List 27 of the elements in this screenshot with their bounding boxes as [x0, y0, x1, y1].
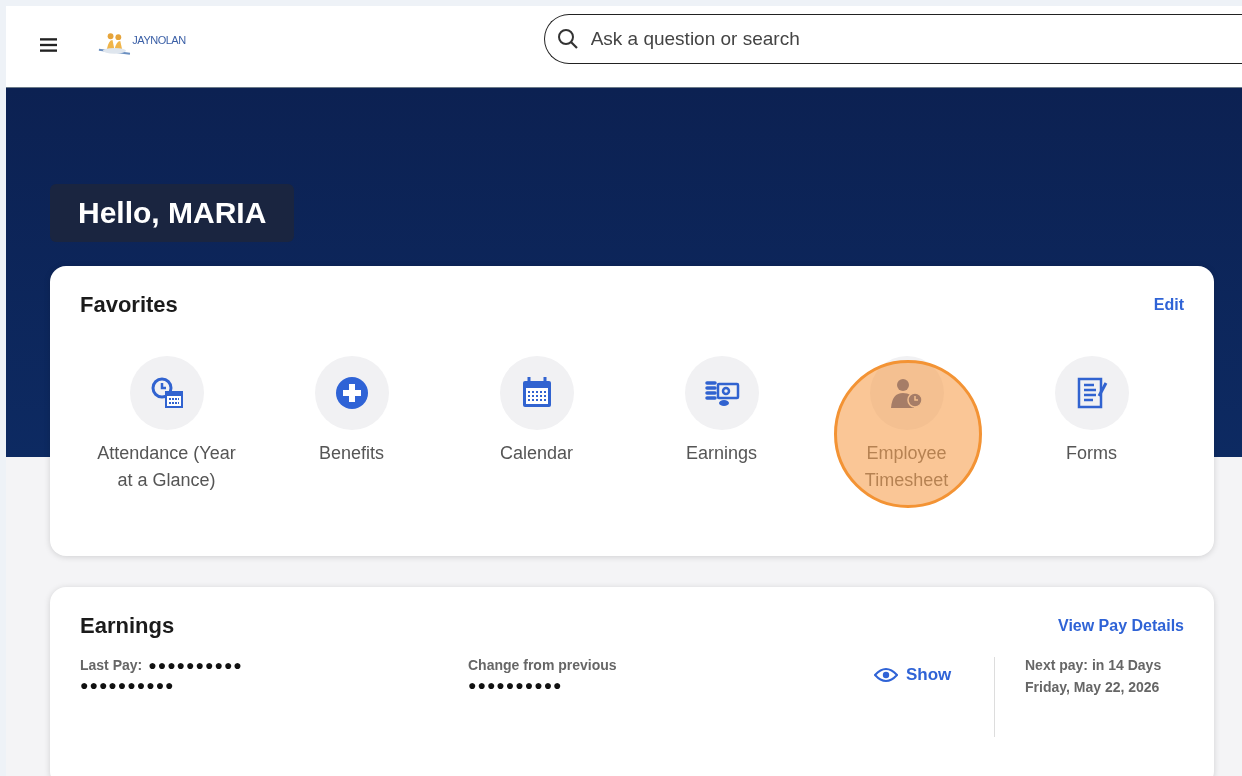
favorite-label[interactable]: Earnings: [646, 440, 797, 467]
next-pay-text: Next pay: in 14 Days: [1025, 657, 1162, 673]
masked-amount: ●●●●●●●●●●: [80, 677, 176, 693]
last-pay-label: Last Pay:: [80, 657, 143, 673]
card-title: Earnings: [80, 613, 175, 639]
search-input[interactable]: Ask a question or search: [588, 27, 1193, 51]
change-label: Change from previous: [468, 657, 618, 673]
person-clock-icon: [889, 376, 924, 410]
next-pay-date: Friday, May 22, 2026: [1025, 679, 1161, 695]
rowing-figures-logo-icon: [97, 30, 133, 58]
menu-icon[interactable]: [40, 38, 58, 52]
favorite-label[interactable]: Benefits: [276, 440, 427, 467]
favorite-label[interactable]: Attendance (Year at a Glance): [91, 440, 242, 494]
eye-icon: [874, 667, 898, 683]
show-button[interactable]: Show: [874, 665, 994, 685]
card-title: Favorites: [80, 292, 178, 318]
view-pay-details-link[interactable]: View Pay Details: [1058, 617, 1184, 635]
favorite-label[interactable]: Calendar: [461, 440, 612, 467]
favorite-label[interactable]: Forms: [1016, 440, 1167, 467]
masked-amount: ●●●●●●●●●●: [148, 657, 243, 673]
clock-calendar-icon: [149, 376, 184, 410]
search-icon: [556, 28, 579, 50]
greeting-banner: Hello, MARIA: [50, 184, 295, 242]
logo-text: JAYNOLAN: [132, 34, 186, 46]
edit-link[interactable]: Edit: [1153, 296, 1184, 314]
masked-amount: ●●●●●●●●●●: [468, 677, 564, 693]
plus-circle-icon: [334, 376, 369, 410]
